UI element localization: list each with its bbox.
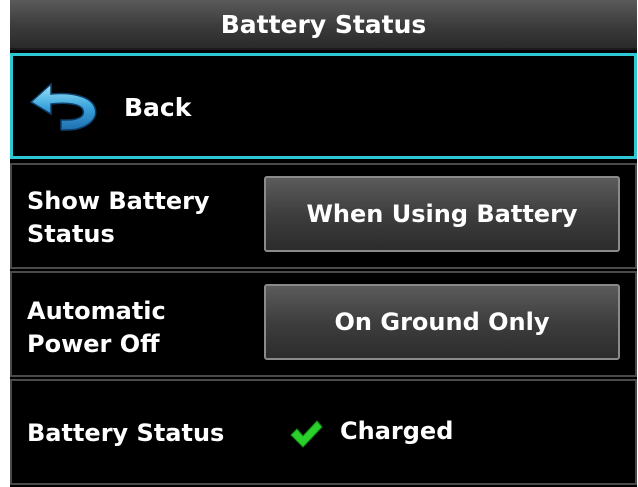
back-button[interactable]: Back [10, 53, 637, 159]
back-arrow-icon [29, 82, 97, 131]
automatic-power-off-button[interactable]: On Ground Only [264, 284, 620, 360]
automatic-power-off-label: Automatic Power Off [27, 297, 166, 358]
title-bar: Battery Status [10, 0, 637, 50]
show-battery-status-button[interactable]: When Using Battery [264, 176, 620, 252]
show-battery-status-value: When Using Battery [306, 200, 578, 228]
battery-status-row: Battery Status Charged [10, 379, 637, 485]
show-battery-status-row: Show Battery Status When Using Battery [10, 163, 637, 269]
battery-status-label: Battery Status [27, 419, 225, 447]
back-label: Back [124, 93, 192, 122]
automatic-power-off-row: Automatic Power Off On Ground Only [10, 271, 637, 377]
page-title: Battery Status [220, 9, 427, 39]
automatic-power-off-value: On Ground Only [334, 308, 550, 336]
battery-status-value: Charged [340, 417, 454, 445]
checkmark-icon [290, 420, 323, 448]
show-battery-status-label: Show Battery Status [27, 187, 210, 248]
battery-status-page: Battery Status Back Show Battery Status … [10, 0, 637, 487]
